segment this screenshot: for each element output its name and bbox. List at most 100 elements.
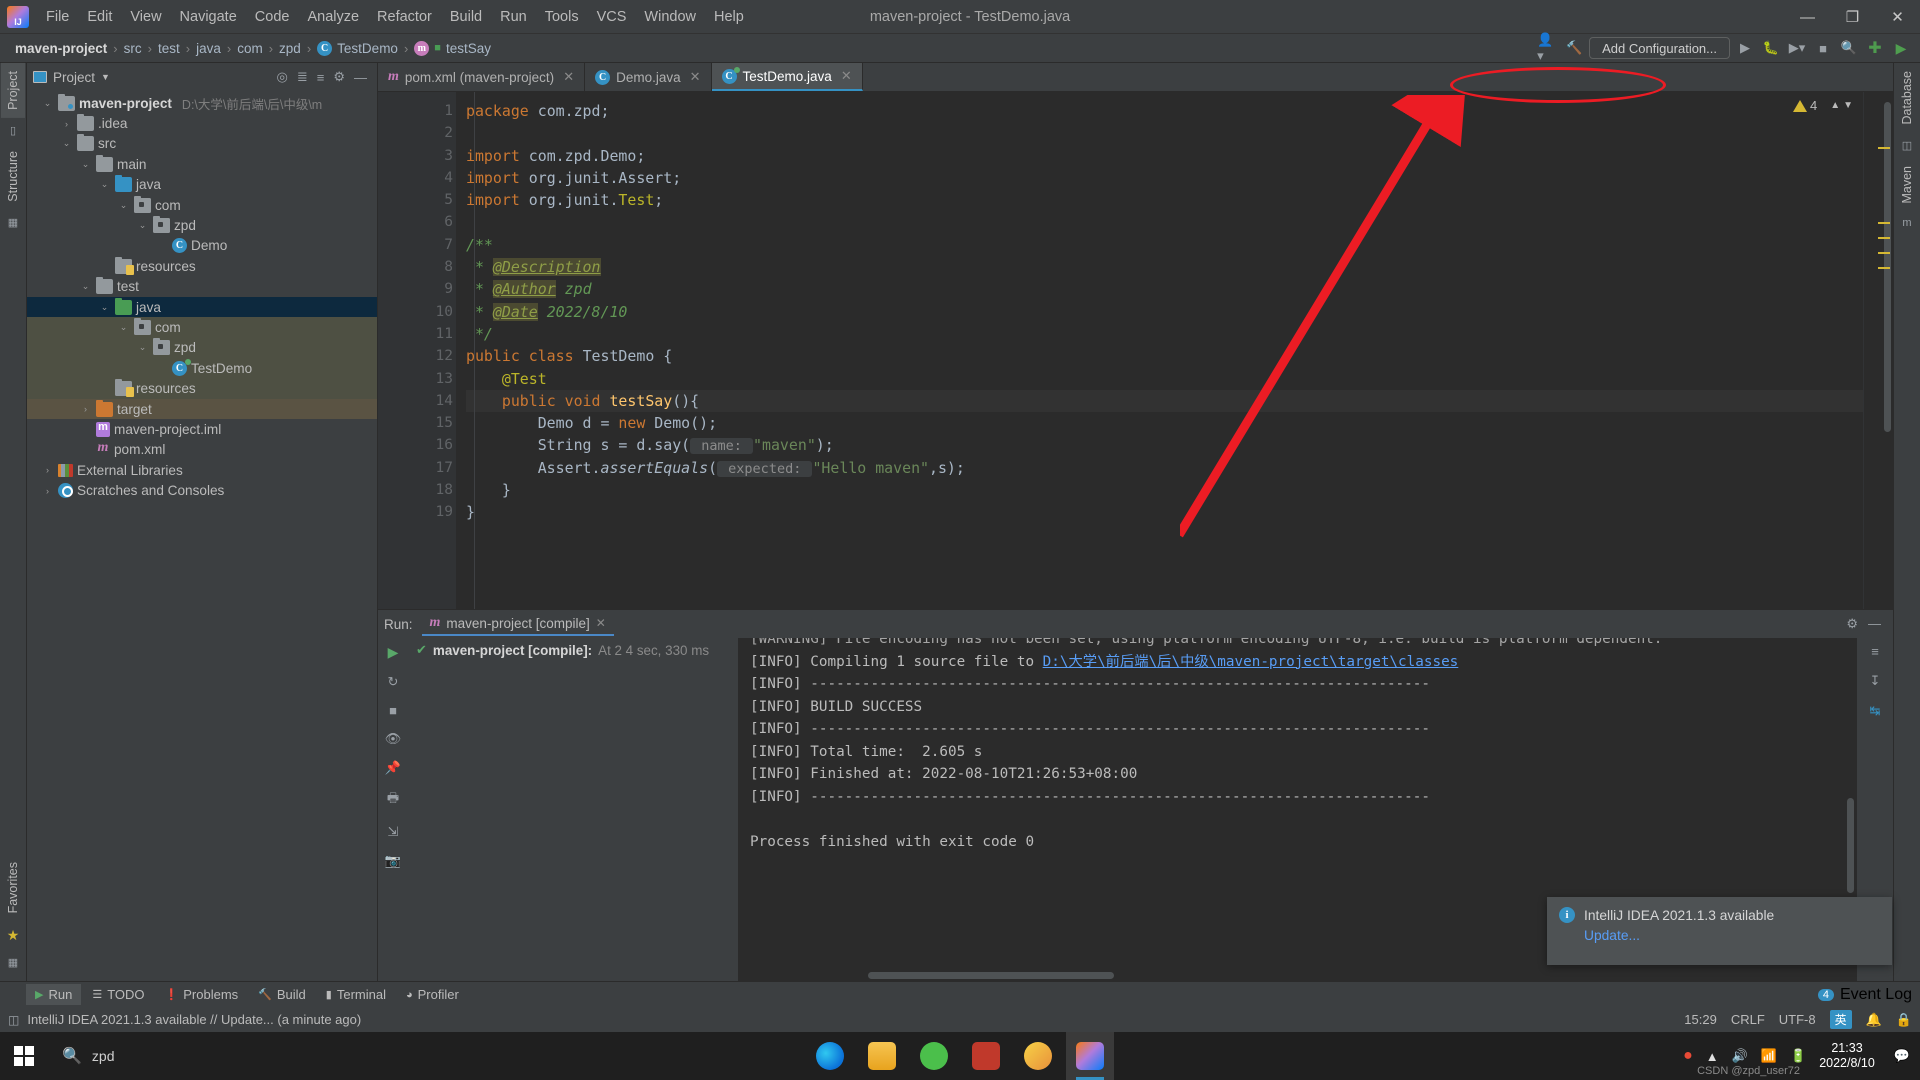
line-number[interactable]: 7⧫ — [378, 234, 496, 256]
console-hscrollbar[interactable] — [868, 972, 1114, 979]
pin-icon[interactable]: 📌 — [385, 760, 401, 776]
breadcrumb-item-testsay[interactable]: m ■ testSay — [409, 39, 496, 58]
line-number[interactable]: 16 — [378, 434, 456, 456]
rerun-failed-icon[interactable]: ↻ — [388, 674, 399, 690]
chevron-down-icon[interactable]: ⌄ — [60, 138, 73, 149]
tree-item-java[interactable]: ⌄ java — [27, 296, 377, 318]
code-line-14[interactable]: public void testSay(){ — [466, 389, 1863, 413]
chevron-down-icon[interactable]: ⌄ — [136, 220, 149, 231]
tree-item-maven-project-iml[interactable]: maven-project.iml — [27, 419, 377, 439]
close-icon[interactable]: ✕ — [596, 616, 606, 630]
line-number[interactable]: 9 — [378, 278, 456, 300]
line-number[interactable]: 15 — [378, 412, 456, 434]
gear-icon[interactable]: ⚙ — [333, 69, 345, 85]
collapse-all-icon[interactable]: ≡ — [317, 70, 325, 85]
scroll-from-source-icon[interactable]: ◎ — [277, 69, 288, 85]
export-icon[interactable]: ⇲ — [388, 824, 399, 840]
menu-item-file[interactable]: File — [37, 5, 78, 29]
debug-icon[interactable]: 🐛 — [1760, 37, 1782, 59]
tree-item-external-libraries[interactable]: › External Libraries — [27, 460, 377, 480]
taskbar-app-intellij[interactable] — [1066, 1032, 1114, 1080]
line-number[interactable]: 19 — [378, 501, 456, 523]
taskbar-app-explorer[interactable] — [858, 1032, 906, 1080]
console-path-link[interactable]: D:\大学\前后端\后\中级\maven-project\target\clas… — [1043, 654, 1459, 670]
project-panel-title[interactable]: Project ▼ — [33, 70, 110, 85]
user-icon[interactable]: 👤▾ — [1537, 32, 1559, 63]
breadcrumb-item-test[interactable]: test — [153, 39, 185, 58]
code-line-12[interactable]: public class TestDemo { — [466, 345, 1863, 367]
menu-item-build[interactable]: Build — [441, 5, 491, 29]
camera-icon[interactable]: 📷 — [385, 853, 401, 869]
expand-all-icon[interactable]: ≣ — [297, 69, 308, 85]
menu-item-window[interactable]: Window — [635, 5, 705, 29]
bottom-tab-run[interactable]: ▶ Run — [26, 984, 82, 1005]
code-line-7[interactable]: /** — [466, 234, 1863, 256]
tree-item-resources[interactable]: resources — [27, 378, 377, 399]
breadcrumb-item-java[interactable]: java — [191, 39, 226, 58]
breadcrumb-item-testdemo[interactable]: C TestDemo — [312, 39, 403, 58]
bottom-tab-problems[interactable]: ❗ Problems — [156, 984, 248, 1005]
close-icon[interactable]: ✕ — [690, 69, 701, 85]
hide-icon[interactable]: — — [354, 70, 367, 85]
bottom-tab-profiler[interactable]: ◕ Profiler — [397, 984, 468, 1005]
soft-wrap-icon[interactable]: ↹ — [1870, 703, 1881, 719]
lock-icon[interactable]: 🔒 — [1896, 1012, 1912, 1028]
taskbar-clock[interactable]: 21:33 2022/8/10 — [1819, 1041, 1881, 1071]
breadcrumb-item-project[interactable]: maven-project — [10, 39, 112, 58]
close-button[interactable]: ✕ — [1875, 0, 1920, 34]
code-line-8[interactable]: * @Description — [466, 256, 1863, 278]
chevron-down-icon[interactable]: ⌄ — [117, 200, 130, 211]
maven-m-icon[interactable]: m — [1902, 217, 1911, 229]
tree-item-zpd[interactable]: ⌄ zpd — [27, 215, 377, 235]
chevron-down-icon[interactable]: ⌄ — [117, 322, 130, 333]
menu-item-help[interactable]: Help — [705, 5, 753, 29]
breadcrumb-item-com[interactable]: com — [232, 39, 268, 58]
print-icon[interactable]: 🖶 — [387, 789, 399, 811]
maximize-button[interactable]: ❐ — [1830, 0, 1875, 34]
database-icon[interactable]: ◫ — [1902, 139, 1912, 152]
code-line-11[interactable]: */ — [466, 323, 1863, 345]
chevron-up-icon[interactable]: ▲ — [1706, 1049, 1719, 1064]
menu-item-run[interactable]: Run — [491, 5, 536, 29]
notification-popup[interactable]: i IntelliJ IDEA 2021.1.3 available Updat… — [1547, 897, 1892, 965]
status-line-separator[interactable]: CRLF — [1731, 1012, 1765, 1027]
stop-icon[interactable]: ■ — [1812, 37, 1834, 59]
run-configuration-tab[interactable]: m maven-project [compile] ✕ — [421, 612, 614, 636]
tree-item-java[interactable]: ⌄ java — [27, 175, 377, 195]
run-icon[interactable]: ▶ — [1734, 37, 1756, 59]
tree-item-main[interactable]: ⌄ main — [27, 154, 377, 174]
line-number[interactable]: 1 — [378, 100, 456, 122]
tree-item-target[interactable]: › target — [27, 398, 377, 420]
bottom-tab-todo[interactable]: ☰ TODO — [83, 984, 153, 1005]
close-icon[interactable]: ✕ — [841, 68, 852, 84]
tree-item-src[interactable]: ⌄ src — [27, 134, 377, 154]
code-line-15[interactable]: Demo d = new Demo(); — [466, 412, 1863, 434]
line-number[interactable]: 6 — [378, 211, 456, 233]
volume-icon[interactable]: 🔊 — [1732, 1048, 1748, 1064]
hammer-icon[interactable]: 🔨 — [1563, 37, 1585, 59]
code-line-17[interactable]: Assert.assertEquals( expected: "Hello ma… — [466, 457, 1863, 479]
tree-item-maven-project[interactable]: ⌄ maven-project D:\大学\前后端\后\中级\m — [27, 93, 377, 113]
code-line-4[interactable]: import org.junit.Assert; — [466, 167, 1863, 189]
hide-icon[interactable]: — — [1868, 616, 1881, 632]
menu-item-view[interactable]: View — [121, 5, 170, 29]
bottom-tab-build[interactable]: 🔨 Build — [249, 984, 315, 1005]
chevron-down-icon[interactable]: ⌄ — [136, 342, 149, 353]
run-results-tree[interactable]: ✔ maven-project [compile]: At 2 4 sec, 3… — [408, 638, 738, 981]
notification-center-icon[interactable]: 💬 — [1894, 1048, 1910, 1064]
add-configuration-button[interactable]: Add Configuration... — [1589, 37, 1730, 59]
line-number[interactable]: 8 — [378, 256, 456, 278]
rerun-icon[interactable]: ▶ — [388, 644, 399, 661]
tree-item-com[interactable]: ⌄ com — [27, 317, 377, 338]
search-icon[interactable]: 🔍 — [1838, 37, 1860, 59]
code-editor[interactable]: 123⧫45⌂67⧫891011⌂12»1314▶⧫15161718⌂19 pa… — [378, 92, 1893, 609]
taskbar-app-wechat[interactable] — [910, 1032, 958, 1080]
eye-icon[interactable]: 👁 — [385, 731, 402, 747]
project-tree[interactable]: ⌄ maven-project D:\大学\前后端\后\中级\m › .idea ⌄ src… — [27, 91, 377, 981]
menu-item-analyze[interactable]: Analyze — [298, 5, 368, 29]
status-message[interactable]: IntelliJ IDEA 2021.1.3 available // Upda… — [27, 1012, 361, 1027]
chevron-right-icon[interactable]: › — [79, 404, 92, 414]
scroll-to-end-icon[interactable]: ↧ — [1870, 673, 1881, 689]
run-result-row[interactable]: ✔ maven-project [compile]: At 2 4 sec, 3… — [408, 642, 738, 658]
line-number[interactable]: 17 — [378, 457, 456, 479]
